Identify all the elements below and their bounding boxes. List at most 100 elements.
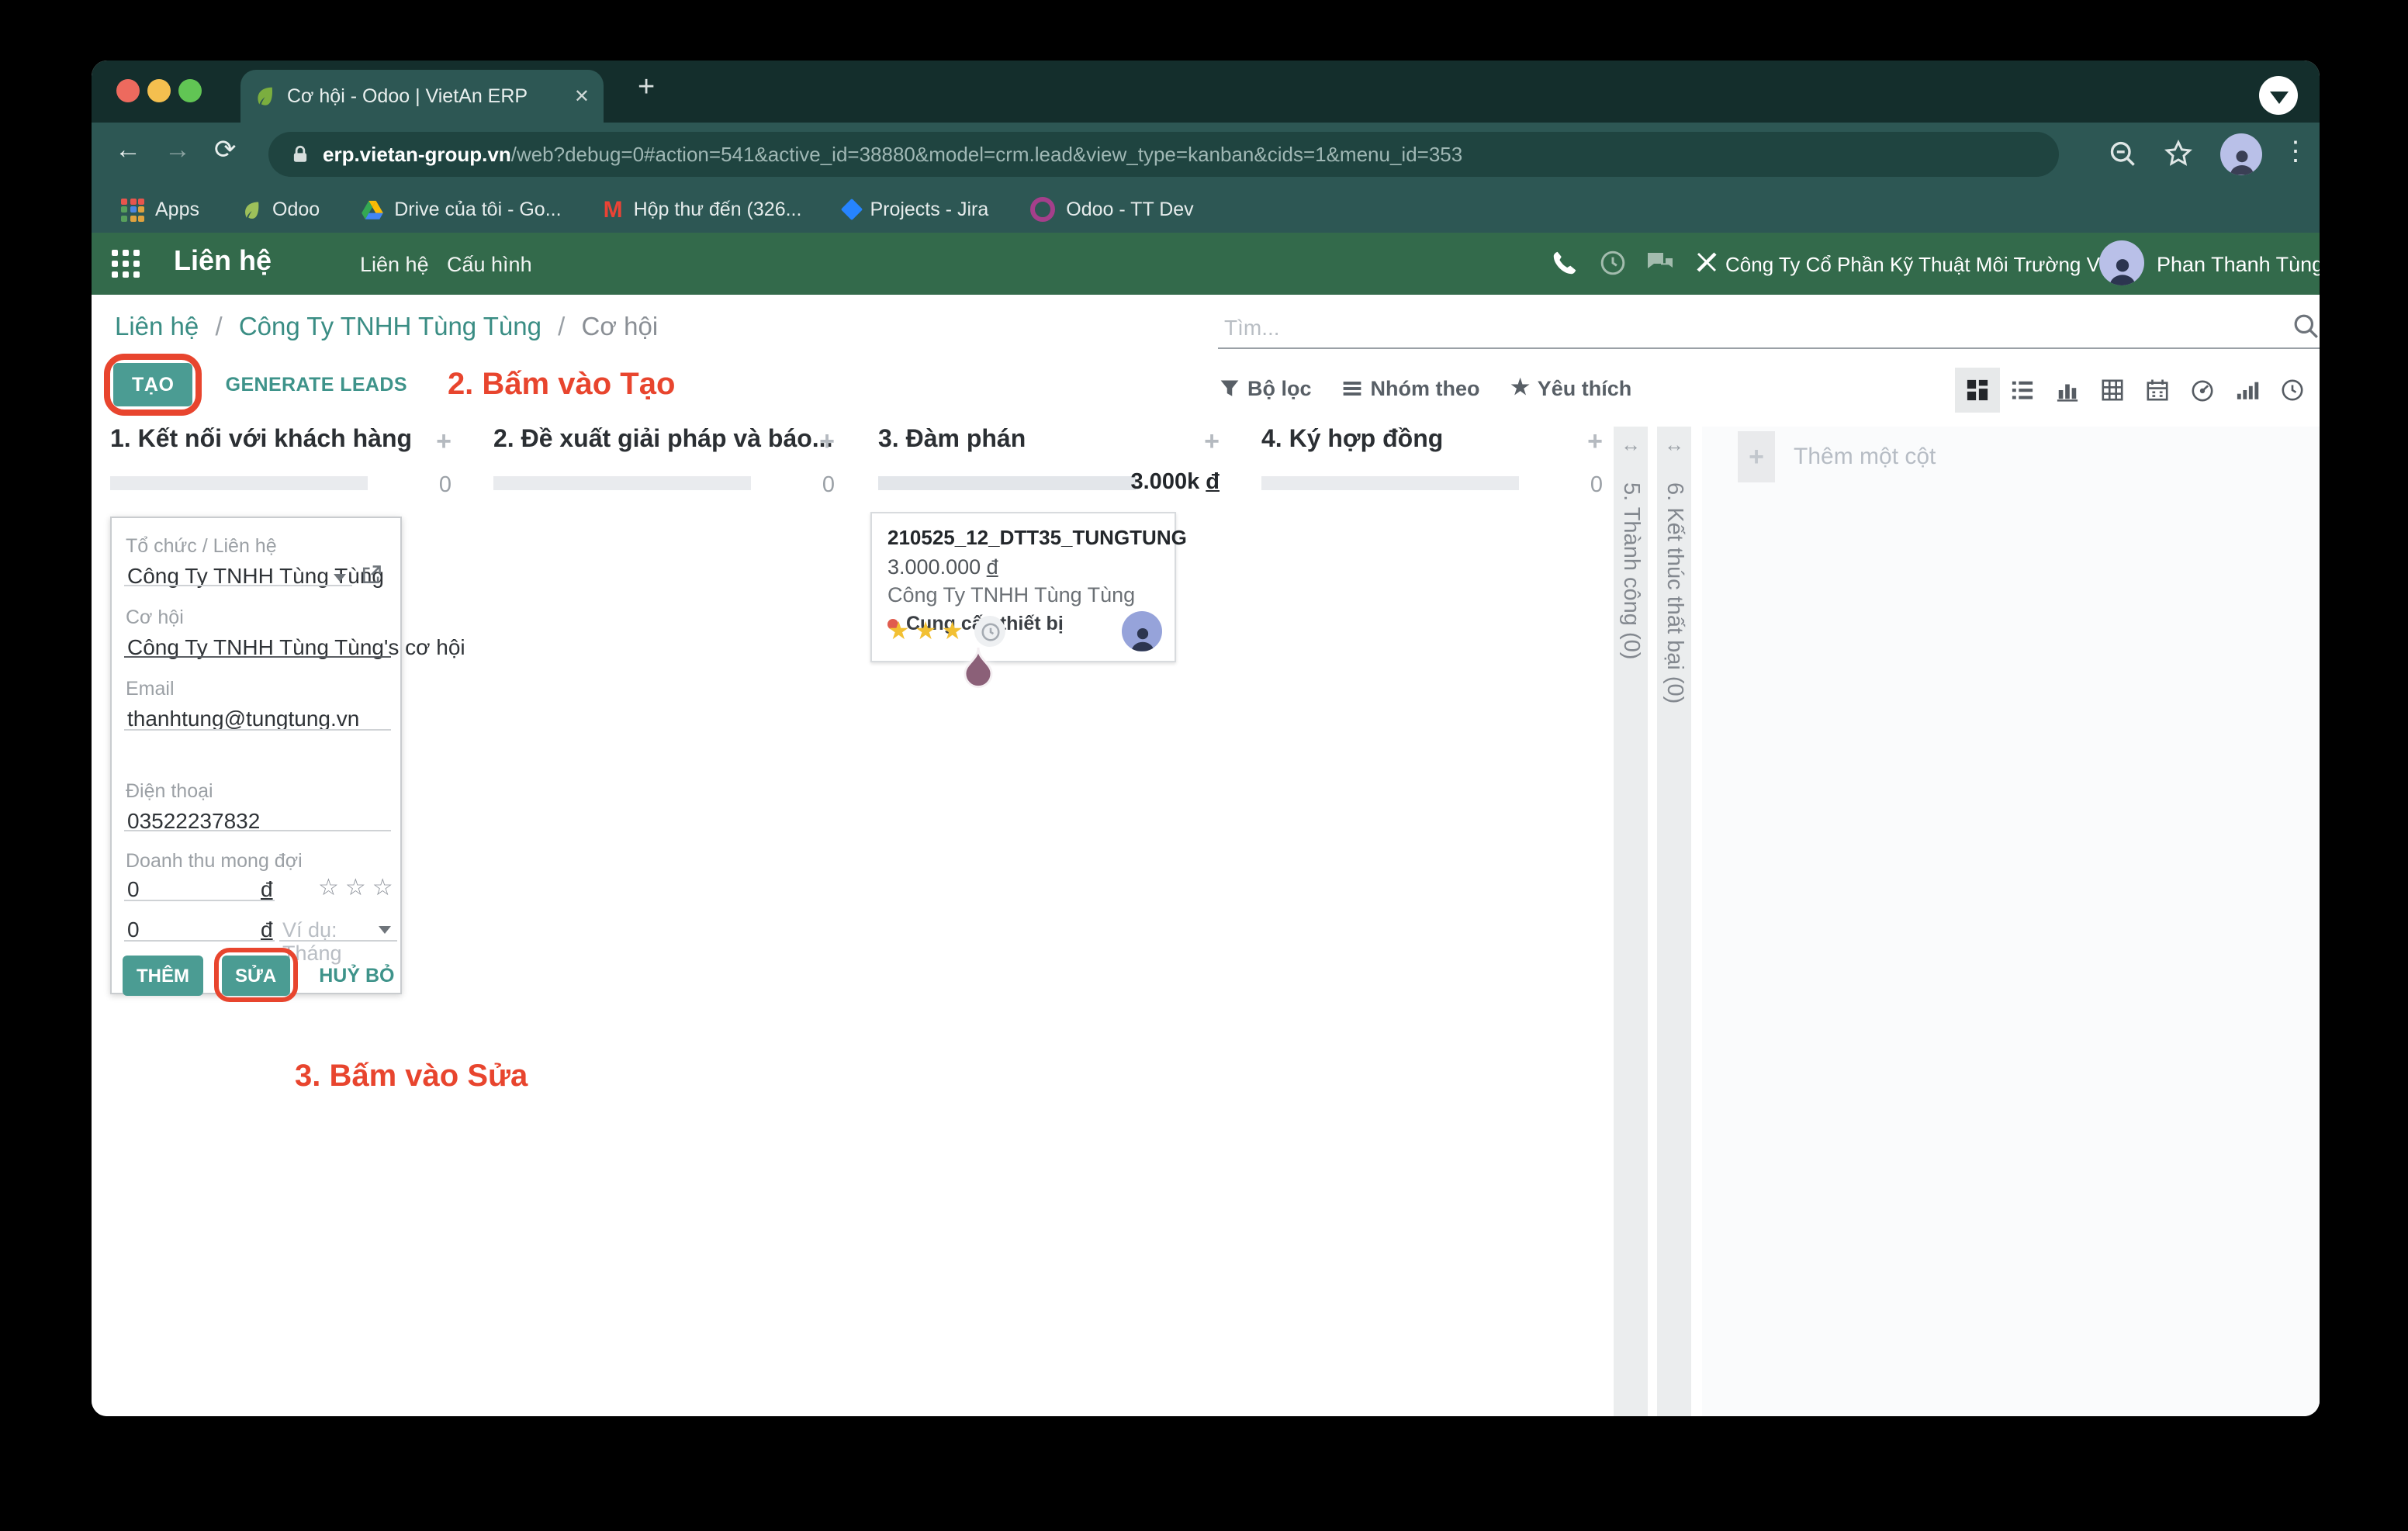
view-calendar-button[interactable]: [2135, 368, 2180, 413]
menu-lien-he[interactable]: Liên hệ: [360, 253, 429, 276]
browser-menu-icon[interactable]: ⋮: [2282, 137, 2309, 168]
bookmark-gmail[interactable]: M Hộp thư đến (326...: [604, 196, 802, 223]
url-path: /web?debug=0#action=541&active_id=38880&…: [511, 143, 1463, 166]
annotation-step3: 3. Bấm vào Sửa: [295, 1059, 528, 1095]
expected-revenue-label: Doanh thu mong đợi: [126, 850, 303, 872]
cursor-teardrop-icon: [960, 647, 996, 690]
activity-clock-icon[interactable]: [1600, 250, 1626, 276]
add-column-button[interactable]: +: [1738, 431, 1775, 482]
close-window-button[interactable]: [116, 79, 140, 102]
card-avatar[interactable]: [1122, 611, 1162, 651]
dropdown-caret-icon[interactable]: [334, 574, 346, 582]
user-name[interactable]: Phan Thanh Tùng: [2157, 253, 2320, 276]
recurring-revenue-field[interactable]: 0: [127, 917, 140, 942]
view-graph-button[interactable]: [2045, 368, 2090, 413]
column-title[interactable]: 4. Ký hợp đồng: [1261, 427, 1443, 453]
view-kanban-button[interactable]: [1955, 368, 2000, 413]
main-content: Liên hệ / Công Ty TNHH Tùng Tùng / Cơ hộ…: [92, 295, 2320, 1416]
bookmark-odoo-tt-dev[interactable]: Odoo - TT Dev: [1030, 197, 1193, 222]
column-progressbar[interactable]: [110, 476, 368, 490]
email-field[interactable]: thanhtung@tungtung.vn: [127, 706, 359, 731]
column-progressbar[interactable]: [878, 476, 1136, 490]
filter-button[interactable]: Bộ lọc: [1220, 376, 1312, 399]
bookmark-odoo[interactable]: Odoo: [241, 199, 320, 220]
messages-icon[interactable]: [1646, 250, 1674, 276]
tab-close-icon[interactable]: ✕: [574, 85, 590, 107]
breadcrumb-lien-he[interactable]: Liên hệ: [115, 313, 199, 341]
browser-window: Cơ hội - Odoo | VietAn ERP ✕ + ← → ⟳ erp…: [92, 60, 2320, 1416]
phone-icon[interactable]: [1552, 250, 1578, 276]
add-record-icon[interactable]: +: [819, 427, 835, 458]
tab-search-button[interactable]: [2259, 76, 2298, 115]
expand-icon[interactable]: ↔: [1657, 433, 1691, 456]
annotation-step2: 2. Bấm vào Tạo: [448, 367, 675, 403]
maximize-window-button[interactable]: [178, 79, 202, 102]
favorites-button[interactable]: ★ Yêu thích: [1511, 375, 1632, 400]
odoo-navbar: Liên hệ Liên hệ Cấu hình Công Ty Cổ Phần…: [92, 233, 2320, 295]
bookmark-jira[interactable]: Projects - Jira: [843, 199, 988, 220]
view-pivot-button[interactable]: [2090, 368, 2135, 413]
add-record-icon[interactable]: +: [1587, 427, 1603, 458]
column-progressbar[interactable]: [493, 476, 751, 490]
search-icon[interactable]: [2293, 313, 2320, 340]
cancel-button[interactable]: HUỶ BỎ: [319, 964, 394, 986]
column-title[interactable]: 3. Đàm phán: [878, 427, 1026, 453]
company-name[interactable]: Công Ty Cổ Phần Kỹ Thuật Môi Trường Vi..…: [1725, 253, 2121, 276]
activity-clock-icon[interactable]: [974, 616, 1005, 647]
bookmark-drive[interactable]: Drive của tôi - Go...: [362, 199, 561, 220]
opportunity-label: Cơ hội: [126, 607, 184, 628]
browser-profile-avatar[interactable]: [2220, 133, 2262, 175]
dropdown-caret-icon[interactable]: [379, 926, 391, 934]
generate-leads-button[interactable]: GENERATE LEADS: [226, 374, 407, 396]
view-activity-button[interactable]: [2270, 368, 2315, 413]
user-avatar[interactable]: [2099, 240, 2144, 285]
add-button[interactable]: THÊM: [123, 955, 203, 995]
bookmark-star-icon[interactable]: [2164, 140, 2192, 168]
card-priority-stars[interactable]: ★★★: [887, 616, 968, 647]
kanban-card[interactable]: 210525_12_DTT35_TUNGTUNG 3.000.000 đ Côn…: [870, 512, 1176, 662]
view-list-button[interactable]: [2000, 368, 2045, 413]
menu-cau-hinh[interactable]: Cấu hình: [447, 253, 532, 276]
collapsed-column-6[interactable]: ↔ 6. Kết thúc thất bại (0): [1657, 427, 1691, 1416]
annotation-circle-create: TẠO: [104, 354, 202, 416]
debug-tools-icon[interactable]: [1694, 250, 1719, 275]
reload-button[interactable]: ⟳: [214, 135, 237, 166]
jira-icon: [840, 199, 862, 220]
expand-icon[interactable]: ↔: [1614, 433, 1648, 456]
collapsed-column-5[interactable]: ↔ 5. Thành công (0): [1614, 427, 1648, 1416]
column-title[interactable]: 1. Kết nối với khách hàng: [110, 427, 412, 453]
add-record-icon[interactable]: +: [1204, 427, 1220, 458]
edit-button[interactable]: SỬA: [221, 955, 290, 995]
minimize-window-button[interactable]: [147, 79, 171, 102]
bookmark-apps[interactable]: Apps: [121, 198, 199, 221]
search-filters: Bộ lọc Nhóm theo ★ Yêu thích: [1220, 375, 1662, 400]
add-column-area: + Thêm một cột: [1702, 427, 2320, 1416]
apps-menu-icon[interactable]: [112, 250, 140, 278]
card-amount: 3.000.000 đ: [887, 555, 1159, 579]
column-amount: 3.000k đ: [1131, 470, 1220, 495]
add-record-icon[interactable]: +: [436, 427, 452, 458]
expected-revenue-field[interactable]: 0: [127, 876, 140, 901]
browser-toolbar: ← → ⟳ erp.vietan-group.vn /web?debug=0#a…: [92, 123, 2320, 186]
search-input[interactable]: Tìm...: [1218, 307, 2320, 349]
groupby-button[interactable]: Nhóm theo: [1343, 376, 1480, 399]
url-bar[interactable]: erp.vietan-group.vn /web?debug=0#action=…: [268, 132, 2059, 177]
kanban-column-3: 3. Đàm phán + 3.000k đ: [878, 427, 1223, 501]
back-button[interactable]: ←: [115, 135, 141, 166]
view-dashboard-button[interactable]: [2180, 368, 2225, 413]
browser-tab[interactable]: Cơ hội - Odoo | VietAn ERP ✕: [240, 70, 604, 123]
new-tab-button[interactable]: +: [638, 71, 655, 105]
column-progressbar[interactable]: [1261, 476, 1519, 490]
external-link-icon[interactable]: [362, 565, 382, 585]
view-cohort-button[interactable]: [2225, 368, 2270, 413]
column-title[interactable]: 2. Đề xuất giải pháp và báo...: [493, 427, 832, 453]
add-column-label[interactable]: Thêm một cột: [1794, 444, 1936, 470]
create-button[interactable]: TẠO: [113, 363, 193, 406]
forward-button[interactable]: →: [164, 135, 191, 166]
breadcrumb-company[interactable]: Công Ty TNHH Tùng Tùng: [239, 313, 541, 341]
currency-symbol: đ: [261, 876, 273, 901]
zoom-out-icon[interactable]: [2109, 140, 2136, 168]
priority-stars[interactable]: ☆☆☆: [318, 873, 400, 901]
app-title[interactable]: Liên hệ: [174, 245, 272, 278]
collapsed-column-label: 6. Kết thúc thất bại (0): [1662, 482, 1687, 703]
